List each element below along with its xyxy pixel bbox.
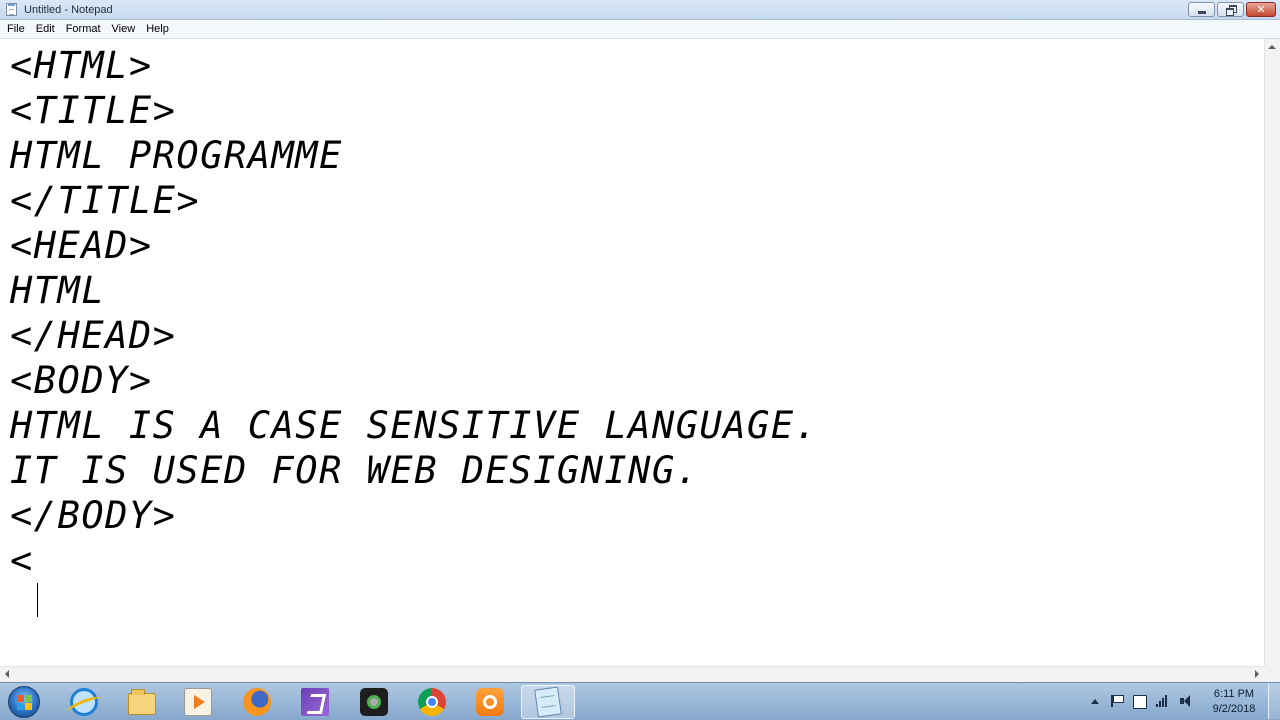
volume-icon[interactable] (1180, 695, 1192, 707)
taskbar: 6:11 PM 9/2/2018 (0, 682, 1280, 720)
window-title: Untitled - Notepad (24, 4, 113, 16)
horizontal-scrollbar[interactable] (0, 666, 1264, 682)
text-cursor (37, 583, 38, 617)
uc-browser-icon (476, 688, 504, 716)
start-button[interactable] (8, 686, 40, 718)
taskbar-uc-browser[interactable] (463, 685, 517, 719)
firefox-icon (243, 688, 271, 716)
scroll-up-icon[interactable] (1268, 45, 1276, 49)
vertical-scrollbar[interactable] (1264, 39, 1280, 666)
editor-line: <HEAD> (10, 224, 153, 267)
clock-time: 6:11 PM (1213, 688, 1255, 700)
taskbar-notepad[interactable] (521, 685, 575, 719)
taskbar-media-player[interactable] (171, 685, 225, 719)
menu-view[interactable]: View (108, 20, 140, 38)
restore-icon (1225, 5, 1237, 16)
scroll-right-icon[interactable] (1255, 670, 1259, 678)
editor-line: <HTML> (10, 44, 153, 87)
text-editor[interactable]: <HTML> <TITLE> HTML PROGRAMME </TITLE> <… (0, 39, 1264, 666)
taskbar-camera-app[interactable] (347, 685, 401, 719)
show-hidden-icons-icon[interactable] (1091, 699, 1099, 704)
taskbar-internet-explorer[interactable] (57, 685, 111, 719)
editor-line: <TITLE> (10, 89, 177, 132)
menu-bar: File Edit Format View Help (0, 20, 1280, 39)
size-grip[interactable] (1264, 666, 1280, 682)
taskbar-visual-studio[interactable] (288, 685, 342, 719)
menu-format[interactable]: Format (62, 20, 105, 38)
close-icon: ✕ (1256, 3, 1266, 16)
notepad-icon (534, 686, 562, 718)
menu-help[interactable]: Help (142, 20, 173, 38)
editor-line: < (10, 539, 34, 582)
editor-line: </BODY> (10, 494, 177, 537)
taskbar-windows-explorer[interactable] (115, 685, 169, 719)
visual-studio-icon (301, 688, 329, 716)
editor-content[interactable]: <HTML> <TITLE> HTML PROGRAMME </TITLE> <… (10, 43, 818, 583)
clock-date: 9/2/2018 (1212, 703, 1256, 715)
minimize-button[interactable] (1188, 2, 1215, 17)
windows-explorer-icon (128, 689, 156, 715)
restore-button[interactable] (1217, 2, 1244, 17)
editor-line: </HEAD> (10, 314, 177, 357)
taskbar-chrome[interactable] (405, 685, 459, 719)
power-icon[interactable] (1133, 695, 1147, 709)
camera-app-icon (360, 688, 388, 716)
menu-edit[interactable]: Edit (32, 20, 59, 38)
taskbar-firefox[interactable] (230, 685, 284, 719)
editor-line: HTML PROGRAMME (10, 134, 343, 177)
menu-file[interactable]: File (3, 20, 29, 38)
media-player-icon (184, 688, 212, 716)
network-icon[interactable] (1156, 695, 1168, 707)
close-button[interactable]: ✕ (1246, 2, 1276, 17)
window-titlebar[interactable]: Untitled - Notepad ✕ (0, 0, 1280, 20)
chrome-icon (418, 688, 446, 716)
minimize-icon (1197, 11, 1206, 14)
internet-explorer-icon (70, 688, 98, 716)
editor-line: </TITLE> (10, 179, 201, 222)
show-desktop-button[interactable] (1268, 683, 1280, 719)
taskbar-clock[interactable]: 6:11 PM 9/2/2018 (1203, 687, 1265, 717)
editor-line: <BODY> (10, 359, 153, 402)
editor-line: HTML (10, 269, 106, 312)
action-center-flag-icon[interactable] (1111, 695, 1125, 707)
editor-line: HTML IS A CASE SENSITIVE LANGUAGE. (10, 404, 819, 447)
notepad-app-icon[interactable] (6, 3, 17, 16)
editor-line: IT IS USED FOR WEB DESIGNING. (10, 449, 700, 492)
scroll-left-icon[interactable] (5, 670, 9, 678)
